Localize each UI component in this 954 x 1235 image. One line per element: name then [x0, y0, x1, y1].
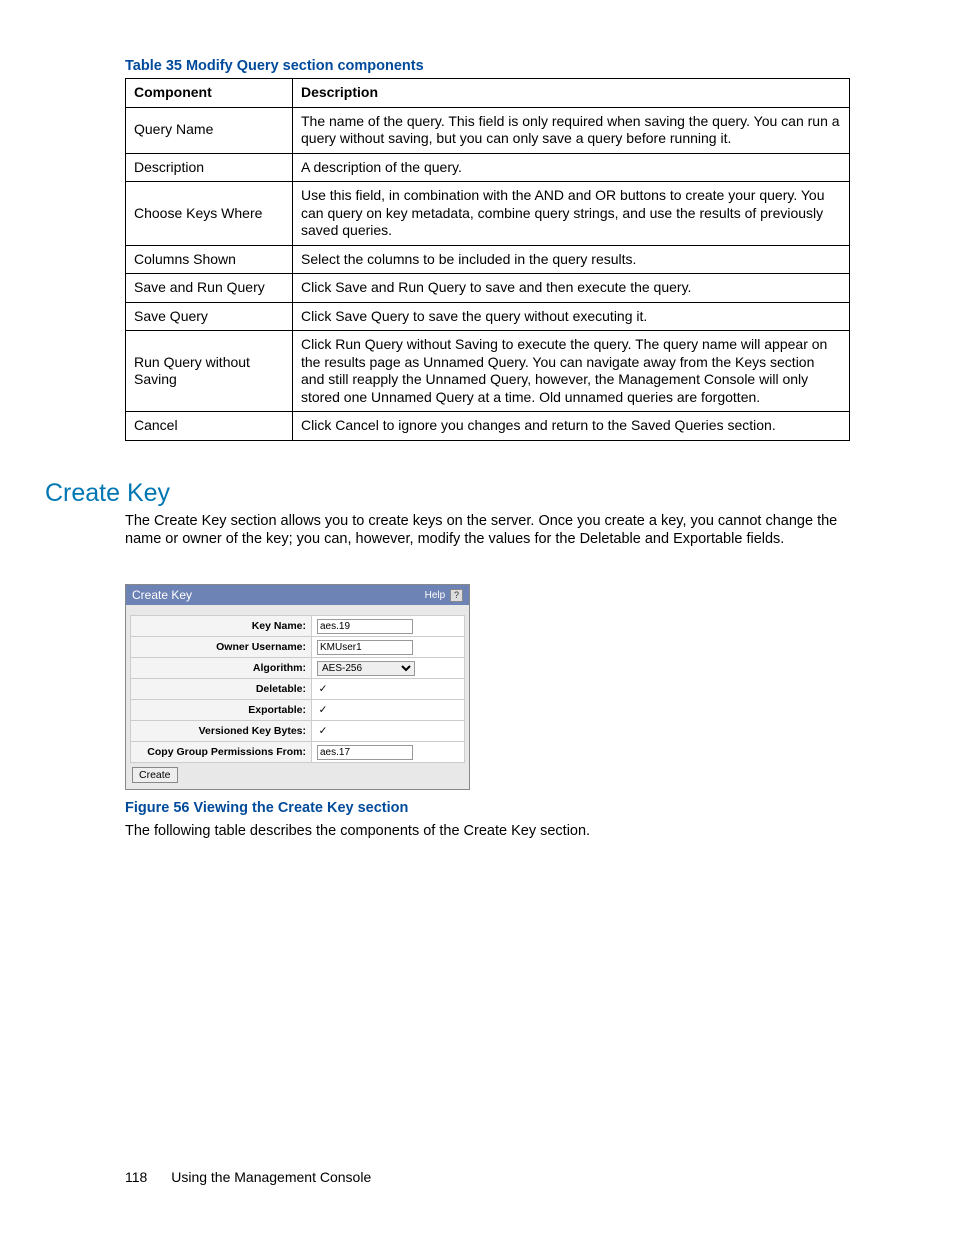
table-row: Columns Shown Select the columns to be i… [126, 245, 850, 274]
cell-description: Click Save Query to save the query witho… [293, 302, 850, 331]
owner-input[interactable] [317, 640, 413, 655]
page-footer: 118 Using the Management Console [125, 1169, 371, 1185]
table-caption: Table 35 Modify Query section components [125, 58, 850, 74]
table-row: Save and Run Query Click Save and Run Qu… [126, 274, 850, 303]
th-component: Component [126, 79, 293, 108]
table-row: Description A description of the query. [126, 153, 850, 182]
table-row: Run Query without Saving Click Run Query… [126, 331, 850, 412]
create-key-form-table: Key Name: Owner Username: Algorithm: AES… [130, 615, 465, 763]
cell-description: Click Run Query without Saving to execut… [293, 331, 850, 412]
components-table: Component Description Query Name The nam… [125, 78, 850, 441]
versioned-check-icon[interactable]: ✓ [317, 725, 329, 737]
cell-component: Save and Run Query [126, 274, 293, 303]
chapter-title: Using the Management Console [171, 1169, 371, 1185]
label-owner: Owner Username: [131, 637, 312, 658]
label-keyname: Key Name: [131, 616, 312, 637]
table-row: Choose Keys Where Use this field, in com… [126, 182, 850, 246]
table-row: Cancel Click Cancel to ignore you change… [126, 412, 850, 441]
cell-component: Run Query without Saving [126, 331, 293, 412]
deletable-check-icon[interactable]: ✓ [317, 683, 329, 695]
create-key-title-text: Create Key [132, 588, 192, 602]
label-versioned: Versioned Key Bytes: [131, 721, 312, 742]
page-number: 118 [125, 1169, 147, 1185]
cell-component: Choose Keys Where [126, 182, 293, 246]
table-row: Query Name The name of the query. This f… [126, 107, 850, 153]
copyperm-input[interactable] [317, 745, 413, 760]
after-figure-paragraph: The following table describes the compon… [125, 822, 850, 841]
cell-component: Description [126, 153, 293, 182]
cell-description: A description of the query. [293, 153, 850, 182]
help-icon: ? [450, 589, 463, 602]
help-link[interactable]: Help ? [425, 589, 463, 602]
label-copyperm: Copy Group Permissions From: [131, 742, 312, 763]
create-key-figure: Create Key Help ? Key Name: Owner Userna… [125, 584, 850, 790]
cell-component: Query Name [126, 107, 293, 153]
cell-component: Save Query [126, 302, 293, 331]
table-row: Save Query Click Save Query to save the … [126, 302, 850, 331]
exportable-check-icon[interactable]: ✓ [317, 704, 329, 716]
cell-component: Cancel [126, 412, 293, 441]
cell-description: Click Save and Run Query to save and the… [293, 274, 850, 303]
cell-description: Use this field, in combination with the … [293, 182, 850, 246]
label-exportable: Exportable: [131, 700, 312, 721]
algorithm-select[interactable]: AES-256 [317, 661, 415, 676]
th-description: Description [293, 79, 850, 108]
section-heading: Create Key [45, 479, 850, 508]
cell-component: Columns Shown [126, 245, 293, 274]
label-deletable: Deletable: [131, 679, 312, 700]
help-text: Help [425, 590, 446, 601]
keyname-input[interactable] [317, 619, 413, 634]
section-paragraph: The Create Key section allows you to cre… [125, 512, 850, 550]
create-key-titlebar: Create Key Help ? [126, 585, 469, 605]
label-algorithm: Algorithm: [131, 658, 312, 679]
create-button[interactable]: Create [132, 767, 178, 783]
figure-caption: Figure 56 Viewing the Create Key section [125, 800, 850, 816]
create-key-panel: Create Key Help ? Key Name: Owner Userna… [125, 584, 470, 790]
cell-description: Select the columns to be included in the… [293, 245, 850, 274]
cell-description: The name of the query. This field is onl… [293, 107, 850, 153]
cell-description: Click Cancel to ignore you changes and r… [293, 412, 850, 441]
